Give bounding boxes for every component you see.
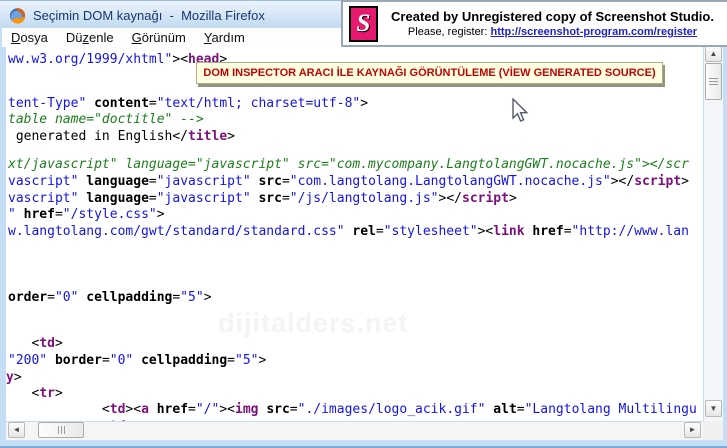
scrollbar-corner — [703, 421, 723, 440]
code-line-13: y> — [6, 370, 22, 385]
menu-item-duzenle[interactable]: Düzenle — [57, 29, 123, 46]
code-line-11: <td> — [8, 336, 63, 351]
scroll-up-button[interactable]: ▲ — [705, 45, 722, 62]
badge-register-link[interactable]: http://screenshot-program.com/register — [490, 26, 697, 38]
scroll-left-button[interactable]: ◄ — [8, 422, 25, 438]
scroll-right-button[interactable]: ► — [684, 422, 701, 438]
menu-item-gorunum[interactable]: Görünüm — [123, 29, 195, 46]
thumb-grip — [58, 426, 65, 434]
screenshot-studio-badge: S Created by Unregistered copy of Screen… — [341, 0, 727, 47]
code-line-6: vascript" language="javascript" src="com… — [8, 174, 689, 189]
menu-item-dosya[interactable]: Dosya — [2, 29, 57, 46]
code-line-10: order="0" cellpadding="5"> — [8, 290, 212, 305]
horizontal-scrollbar[interactable]: ◄ ► — [6, 422, 703, 440]
firefox-window: Seçimin DOM kaynağı - Mozilla Firefox Do… — [0, 0, 727, 448]
window-title: Seçimin DOM kaynağı - Mozilla Firefox — [33, 8, 265, 23]
code-line-16: <td> — [8, 419, 133, 421]
code-line-4: generated in English</title> — [8, 129, 235, 144]
code-line-7: vascript" language="javascript" src="/js… — [8, 191, 517, 206]
vertical-scroll-thumb[interactable] — [705, 63, 722, 100]
code-line-9: w.langtolang.com/gwt/standard/standard.c… — [8, 224, 689, 239]
badge-line1: Created by Unregistered copy of Screensh… — [378, 9, 727, 24]
code-line-1: ww.w3.org/1999/xhtml"><head> — [8, 52, 227, 67]
code-line-2: tent-Type" content="text/html; charset=u… — [8, 96, 368, 111]
vertical-scrollbar[interactable]: ▲ ▼ — [704, 45, 723, 421]
menu-item-yardim[interactable]: Yardım — [195, 29, 254, 46]
firefox-icon — [9, 7, 26, 24]
code-line-8: " href="/style.css"> — [8, 207, 165, 222]
site-watermark: dijitalders.net — [218, 308, 409, 339]
source-code: dijitalders.net ww.w3.org/1999/xhtml"><h… — [6, 47, 703, 421]
code-line-5: xt/javascript" language="javascript" src… — [8, 157, 689, 172]
tooltip-text: DOM INSPECTOR ARACI İLE KAYNAĞI GÖRÜNTÜL… — [203, 67, 655, 79]
badge-text: Created by Unregistered copy of Screensh… — [378, 9, 727, 38]
code-line-14: <tr> — [8, 386, 63, 401]
tooltip-callout: DOM INSPECTOR ARACI İLE KAYNAĞI GÖRÜNTÜL… — [196, 62, 663, 84]
code-line-3: table name="doctitle" --> — [8, 112, 204, 127]
code-line-12: "200" border="0" cellpadding="5"> — [8, 353, 266, 368]
badge-register-prefix: Please, register: — [408, 26, 487, 38]
code-line-15: <td><a href="/"><img src="./images/logo_… — [8, 402, 697, 417]
scroll-down-button[interactable]: ▼ — [705, 400, 722, 417]
screenshot-studio-logo-icon: S — [349, 6, 378, 42]
mouse-cursor-icon — [512, 98, 531, 125]
thumb-grip — [709, 78, 718, 85]
horizontal-scroll-thumb[interactable] — [38, 422, 84, 438]
badge-line2: Please, register: http://screenshot-prog… — [378, 26, 727, 38]
